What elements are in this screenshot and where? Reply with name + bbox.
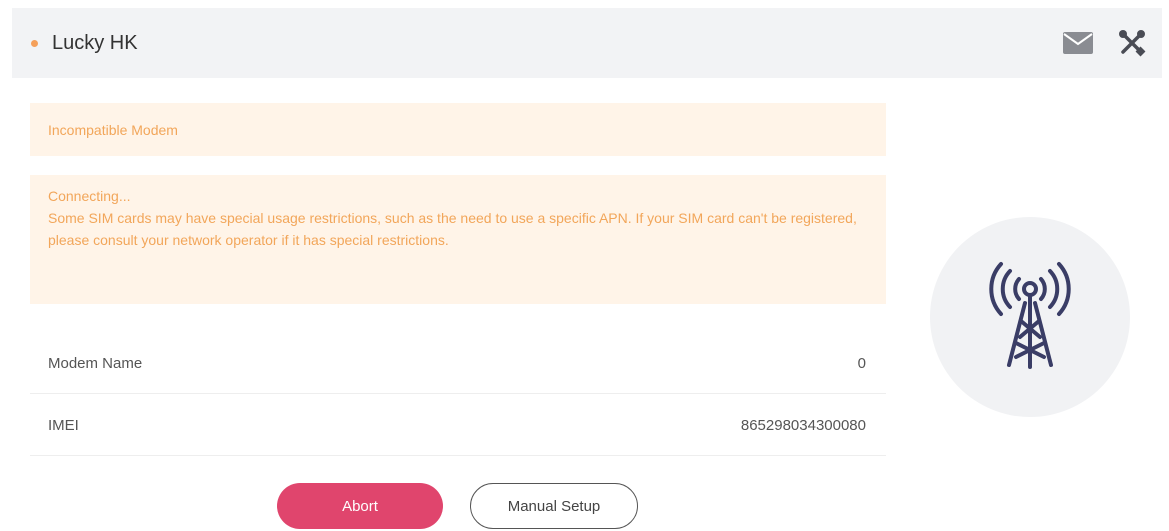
header-actions — [1044, 8, 1152, 78]
manual-setup-button[interactable]: Manual Setup — [470, 483, 638, 529]
header-bar: Lucky HK — [12, 8, 1162, 78]
modem-name-row: Modem Name 0 — [30, 334, 886, 394]
imei-label: IMEI — [48, 417, 79, 434]
abort-button[interactable]: Abort — [277, 483, 443, 529]
connecting-alert: Connecting... Some SIM cards may have sp… — [30, 175, 886, 304]
modem-name-value: 0 — [857, 355, 866, 372]
tools-icon[interactable] — [1112, 23, 1152, 63]
page-title: Lucky HK — [52, 31, 138, 54]
tower-illustration — [930, 217, 1130, 417]
status-dot — [31, 39, 38, 47]
imei-value: 865298034300080 — [740, 417, 866, 434]
modem-name-label: Modem Name — [48, 355, 143, 372]
cell-tower-icon — [985, 259, 1075, 376]
connecting-message: Some SIM cards may have special usage re… — [48, 210, 857, 248]
incompatible-modem-alert: Incompatible Modem — [30, 103, 886, 156]
imei-row: IMEI 865298034300080 — [30, 396, 886, 456]
mail-icon[interactable] — [1058, 23, 1098, 63]
connecting-title: Connecting... — [48, 188, 131, 204]
incompatible-modem-text: Incompatible Modem — [48, 121, 178, 138]
